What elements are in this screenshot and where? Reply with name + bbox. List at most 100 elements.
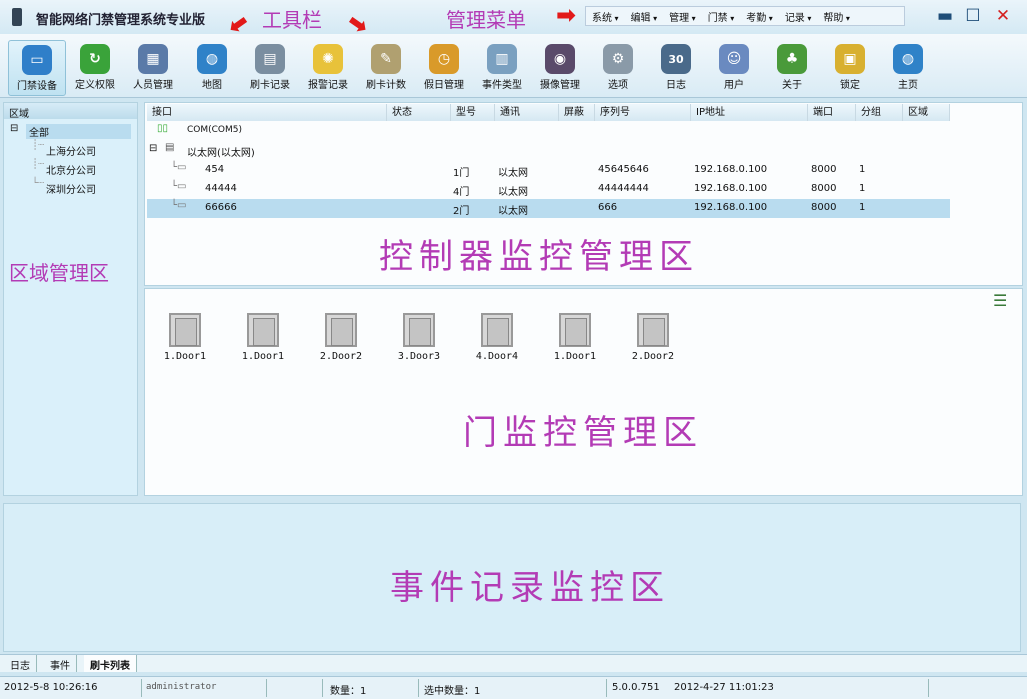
toolbar-button-9[interactable]: ◉ 摄像管理 [531, 40, 589, 96]
annotation-event: 事件记录监控区 [390, 568, 670, 608]
door-label: 1.Door1 [163, 351, 207, 362]
toolbar-button-1[interactable]: ↻ 定义权限 [66, 40, 124, 96]
toolbar-button-3[interactable]: ◍ 地图 [183, 40, 241, 96]
clock-icon: ◷ [429, 44, 459, 74]
controller-ip: 192.168.0.100 [694, 202, 768, 213]
controller-group: 1 [859, 164, 866, 175]
tree-line: ┊┈ [32, 159, 45, 170]
tab-log[interactable]: 日志 [4, 655, 37, 672]
controller-name: 66666 [205, 202, 237, 213]
tree-collapse-icon[interactable]: ⊟ [149, 143, 157, 154]
toolbar-label: 地图 [202, 80, 222, 91]
status-divider [141, 679, 142, 697]
tab-card-list[interactable]: 刷卡列表 [84, 655, 137, 672]
monitor-icon: ▭ [22, 45, 52, 75]
tree-line: └▭ [171, 162, 187, 173]
toolbar-label: 刷卡记录 [250, 80, 290, 91]
notepad-icon: ✎ [371, 44, 401, 74]
door-tile[interactable]: 1.Door1 [233, 313, 293, 362]
arrow-right-icon: ➡ [556, 1, 577, 29]
tree-item-beijing[interactable]: 北京分公司 [46, 162, 96, 177]
door-icon [559, 313, 591, 347]
controller-port: 8000 [811, 183, 837, 194]
network-icon: ▤ [165, 142, 175, 153]
door-tile[interactable]: 1.Door1 [545, 313, 605, 362]
menu-access[interactable]: 门禁 [708, 9, 735, 24]
column-header-port[interactable]: 端口 [808, 104, 856, 121]
toolbar-button-2[interactable]: ▦ 人员管理 [124, 40, 182, 96]
column-header-status[interactable]: 状态 [387, 104, 451, 121]
toolbar-label: 假日管理 [424, 80, 464, 91]
menu-records[interactable]: 记录 [785, 9, 812, 24]
column-header-model[interactable]: 型号 [451, 104, 495, 121]
menu-edit[interactable]: 编辑 [631, 9, 658, 24]
column-header-serial[interactable]: 序列号 [595, 104, 691, 121]
gear-icon: ⚙ [603, 44, 633, 74]
column-header-comm[interactable]: 通讯 [495, 104, 559, 121]
controller-model: 4门 [453, 187, 470, 198]
toolbar-button-15[interactable]: ◍ 主页 [879, 40, 937, 96]
controller-comm: 以太网 [498, 206, 528, 217]
door-tile[interactable]: 4.Door4 [467, 313, 527, 362]
annotation-controller: 控制器监控管理区 [379, 237, 699, 277]
tree-line: └┈ [32, 178, 45, 189]
toolbar-label: 选项 [608, 80, 628, 91]
controller-serial: 666 [598, 202, 618, 213]
toolbar-label: 门禁设备 [17, 81, 57, 92]
tree-item-shenzhen[interactable]: 深圳分公司 [46, 181, 96, 196]
door-tile[interactable]: 1.Door1 [155, 313, 215, 362]
column-header-ip[interactable]: IP地址 [691, 104, 808, 121]
status-divider [928, 679, 929, 697]
serial-port-icon: ▯▯ [157, 123, 169, 134]
tree-node-com[interactable]: COM(COM5) [187, 125, 242, 135]
maximize-button[interactable]: ☐ [962, 5, 984, 27]
close-button[interactable]: ✕ [992, 5, 1014, 27]
door-tile[interactable]: 2.Door2 [311, 313, 371, 362]
toolbar-button-11[interactable]: 30 日志 [647, 40, 705, 96]
tree-node-ethernet[interactable]: 以太网(以太网) [187, 144, 255, 159]
toolbar-button-12[interactable]: ☺ 用户 [705, 40, 763, 96]
status-datetime: 2012-5-8 10:26:16 [4, 682, 98, 693]
tree-root[interactable]: 全部 [26, 124, 131, 139]
status-user: administrator [146, 682, 217, 692]
toolbar-label: 刷卡计数 [366, 80, 406, 91]
toolbar-button-7[interactable]: ◷ 假日管理 [415, 40, 473, 96]
status-version: 5.0.0.751 [612, 682, 660, 693]
layout-toggle-icon[interactable]: ☰ [993, 291, 1007, 310]
minimize-button[interactable]: ▬ [934, 5, 956, 27]
menu-manage[interactable]: 管理 [669, 9, 696, 24]
controller-panel: 接口 状态 型号 通讯 屏蔽 序列号 IP地址 端口 分组 区域 ▯▯ COM(… [144, 102, 1023, 286]
refresh-icon: ↻ [80, 44, 110, 74]
door-label: 1.Door1 [553, 351, 597, 362]
toolbar-button-4[interactable]: ▤ 刷卡记录 [241, 40, 299, 96]
controller-comm: 以太网 [498, 187, 528, 198]
door-label: 4.Door4 [475, 351, 519, 362]
tab-events[interactable]: 事件 [44, 655, 77, 672]
toolbar-button-8[interactable]: ▥ 事件类型 [473, 40, 531, 96]
menu-system[interactable]: 系统 [592, 9, 619, 24]
column-header-group[interactable]: 分组 [856, 104, 903, 121]
annotation-door: 门监控管理区 [463, 413, 703, 453]
toolbar-label: 报警记录 [308, 80, 348, 91]
toolbar-button-0[interactable]: ▭ 门禁设备 [8, 40, 66, 96]
toolbar-button-10[interactable]: ⚙ 选项 [589, 40, 647, 96]
status-divider [266, 679, 267, 697]
column-header-interface[interactable]: 接口 [147, 104, 387, 121]
status-count: 数量：1 [330, 686, 367, 697]
tree-item-shanghai[interactable]: 上海分公司 [46, 143, 96, 158]
column-header-area[interactable]: 区域 [903, 104, 950, 121]
column-header-shield[interactable]: 屏蔽 [559, 104, 595, 121]
toolbar-button-6[interactable]: ✎ 刷卡计数 [357, 40, 415, 96]
toolbar-label: 锁定 [840, 80, 860, 91]
tree-collapse-icon[interactable]: ⊟ [10, 123, 18, 134]
toolbar-button-14[interactable]: ▣ 锁定 [821, 40, 879, 96]
toolbar-button-13[interactable]: ♣ 关于 [763, 40, 821, 96]
door-tile[interactable]: 3.Door3 [389, 313, 449, 362]
status-bar: 2012-5-8 10:26:16 administrator 数量：1 选中数… [0, 676, 1027, 699]
toolbar-button-5[interactable]: ✺ 报警记录 [299, 40, 357, 96]
menu-help[interactable]: 帮助 [823, 9, 850, 24]
door-icon [247, 313, 279, 347]
menu-attendance[interactable]: 考勤 [746, 9, 773, 24]
controller-ip: 192.168.0.100 [694, 164, 768, 175]
door-tile[interactable]: 2.Door2 [623, 313, 683, 362]
